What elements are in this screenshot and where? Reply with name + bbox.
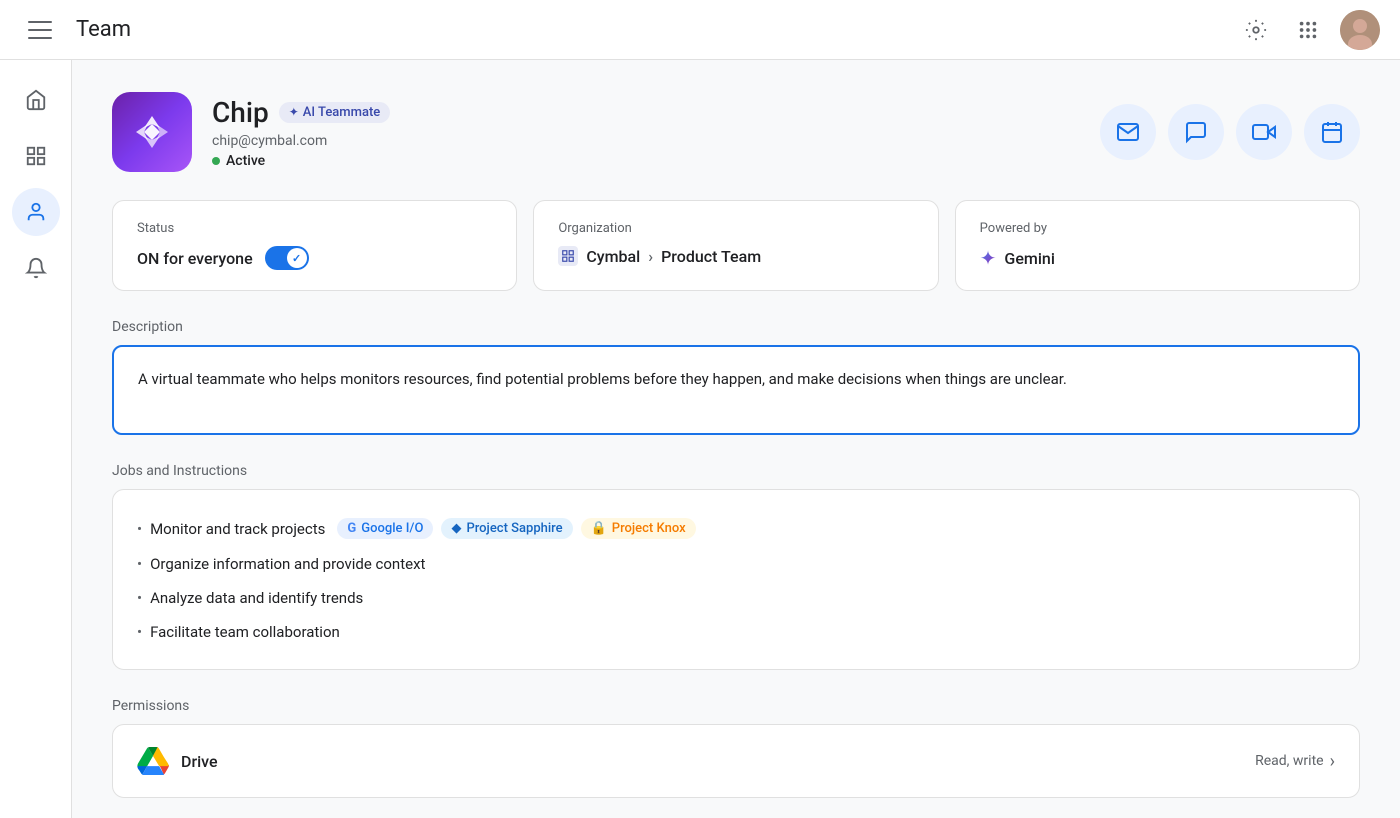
topbar-left: Team: [20, 10, 131, 50]
status-toggle[interactable]: ✓: [265, 246, 309, 270]
hamburger-menu-button[interactable]: [20, 10, 60, 50]
sidebar-item-home[interactable]: [12, 76, 60, 124]
status-card: Status ON for everyone ✓: [112, 200, 517, 291]
status-value-text: ON for everyone: [137, 249, 253, 268]
ai-badge-star-icon: ✦: [289, 105, 299, 119]
profile-left: Chip ✦ AI Teammate chip@cymbal.com Activ…: [112, 92, 390, 172]
description-text[interactable]: A virtual teammate who helps monitors re…: [112, 345, 1360, 435]
job-bullet-4: •: [137, 623, 142, 641]
profile-name: Chip: [212, 96, 269, 129]
job-bullet-2: •: [137, 555, 142, 573]
topbar-right: [1236, 10, 1380, 50]
org-icon: [558, 246, 578, 266]
permission-card-drive: Drive Read, write ›: [112, 724, 1360, 798]
calendar-action-button[interactable]: [1304, 104, 1360, 160]
org-separator: ›: [648, 247, 653, 266]
status-dot-icon: [212, 157, 220, 165]
job-text-1: Monitor and track projects: [150, 520, 325, 538]
org-card-value: Cymbal › Product Team: [558, 246, 913, 266]
profile-email: chip@cymbal.com: [212, 133, 390, 149]
job-item-1: • Monitor and track projects G Google I/…: [137, 510, 1335, 547]
app-title: Team: [76, 17, 131, 42]
toggle-check-icon: ✓: [292, 252, 301, 265]
google-tag-label: Google I/O: [361, 521, 423, 536]
status-label: Active: [226, 153, 265, 169]
main-layout: Chip ✦ AI Teammate chip@cymbal.com Activ…: [0, 60, 1400, 818]
permissions-label: Permissions: [112, 698, 1360, 714]
job-bullet-3: •: [137, 589, 142, 607]
powered-card-value: ✦ Gemini: [980, 246, 1335, 270]
ai-badge-label: AI Teammate: [303, 105, 380, 120]
tag-google-io[interactable]: G Google I/O: [337, 518, 433, 539]
avatar-image: [1340, 10, 1380, 50]
content-area: Chip ✦ AI Teammate chip@cymbal.com Activ…: [72, 60, 1400, 818]
toggle-thumb: ✓: [287, 248, 307, 268]
powered-card: Powered by ✦ Gemini: [955, 200, 1360, 291]
job-bullet-1: •: [137, 520, 142, 538]
jobs-list: • Monitor and track projects G Google I/…: [112, 489, 1360, 670]
job-item-3: • Analyze data and identify trends: [137, 581, 1335, 615]
sidebar-item-notifications[interactable]: [12, 244, 60, 292]
settings-button[interactable]: [1236, 10, 1276, 50]
email-action-button[interactable]: [1100, 104, 1156, 160]
drive-icon: [137, 745, 169, 777]
google-tag-icon: G: [347, 521, 356, 536]
video-action-button[interactable]: [1236, 104, 1292, 160]
profile-name-row: Chip ✦ AI Teammate: [212, 96, 390, 129]
permission-access: Read, write: [1255, 753, 1323, 769]
job-text-2: Organize information and provide context: [150, 555, 425, 573]
profile-avatar: [112, 92, 192, 172]
chat-action-button[interactable]: [1168, 104, 1224, 160]
permission-left: Drive: [137, 745, 218, 777]
chevron-right-icon: ›: [1330, 751, 1335, 772]
permissions-section: Permissions Drive: [112, 698, 1360, 798]
tag-project-knox[interactable]: 🔒 Project Knox: [581, 518, 696, 539]
jobs-section: Jobs and Instructions • Monitor and trac…: [112, 463, 1360, 670]
permission-right[interactable]: Read, write ›: [1255, 751, 1335, 772]
gemini-star-icon: ✦: [980, 246, 997, 270]
sapphire-tag-icon: ◆: [451, 521, 461, 536]
description-label: Description: [112, 319, 1360, 335]
description-section: Description A virtual teammate who helps…: [112, 319, 1360, 435]
powered-value-text: Gemini: [1004, 249, 1054, 268]
org-name: Cymbal: [586, 247, 640, 266]
jobs-label: Jobs and Instructions: [112, 463, 1360, 479]
ai-teammate-badge: ✦ AI Teammate: [279, 102, 391, 123]
status-card-label: Status: [137, 221, 492, 236]
knox-tag-icon: 🔒: [591, 521, 607, 536]
avatar[interactable]: [1340, 10, 1380, 50]
tag-project-sapphire[interactable]: ◆ Project Sapphire: [441, 518, 572, 539]
job-text-4: Facilitate team collaboration: [150, 623, 340, 641]
job-tags-1: G Google I/O ◆ Project Sapphire 🔒 Projec…: [337, 518, 695, 539]
profile-header: Chip ✦ AI Teammate chip@cymbal.com Activ…: [112, 92, 1360, 172]
job-item-2: • Organize information and provide conte…: [137, 547, 1335, 581]
profile-actions: [1100, 104, 1360, 160]
sidebar-item-people[interactable]: [12, 188, 60, 236]
topbar: Team: [0, 0, 1400, 60]
profile-info: Chip ✦ AI Teammate chip@cymbal.com Activ…: [212, 96, 390, 169]
job-text-3: Analyze data and identify trends: [150, 589, 363, 607]
sidebar-item-dashboard[interactable]: [12, 132, 60, 180]
apps-button[interactable]: [1288, 10, 1328, 50]
knox-tag-label: Project Knox: [612, 521, 686, 536]
sapphire-tag-label: Project Sapphire: [466, 521, 562, 536]
info-cards: Status ON for everyone ✓ Organization: [112, 200, 1360, 291]
status-card-value: ON for everyone ✓: [137, 246, 492, 270]
hamburger-icon: [28, 21, 52, 39]
profile-status: Active: [212, 153, 390, 169]
powered-card-label: Powered by: [980, 221, 1335, 236]
permission-name: Drive: [181, 752, 218, 771]
sidebar: [0, 60, 72, 818]
org-card-label: Organization: [558, 221, 913, 236]
org-card: Organization Cymbal › Product Team: [533, 200, 938, 291]
org-team: Product Team: [661, 247, 761, 266]
job-item-4: • Facilitate team collaboration: [137, 615, 1335, 649]
